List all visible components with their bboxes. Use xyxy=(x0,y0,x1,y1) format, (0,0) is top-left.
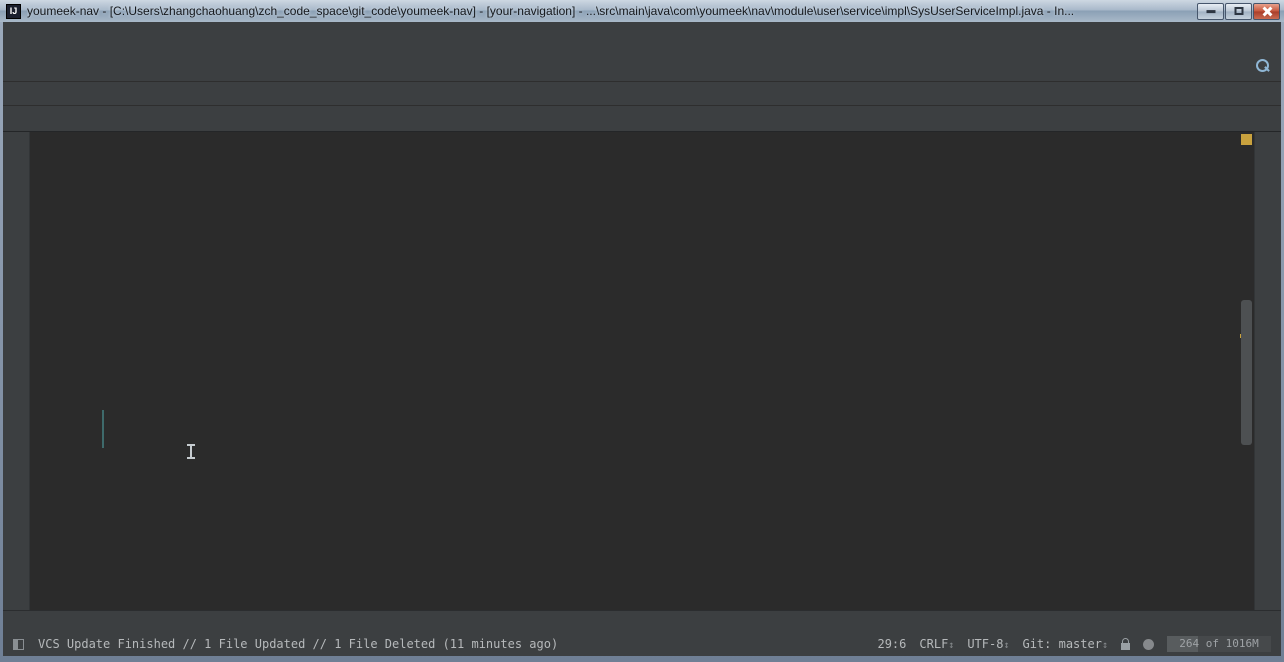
right-tool-window-stripe xyxy=(1254,132,1281,610)
inspections-hector-icon[interactable] xyxy=(1143,639,1154,650)
code-editor[interactable] xyxy=(30,132,1239,610)
main-area xyxy=(3,132,1281,610)
warnings-indicator-icon[interactable] xyxy=(1241,134,1252,145)
ide-window: IJ youmeek-nav - [C:\Users\zhangchaohuan… xyxy=(0,0,1284,662)
editor-tabs xyxy=(3,106,1281,132)
title-bar: IJ youmeek-nav - [C:\Users\zhangchaohuan… xyxy=(0,0,1284,22)
left-tool-window-stripe xyxy=(3,132,30,610)
tool-window-toggle-icon[interactable] xyxy=(13,639,24,650)
close-button[interactable] xyxy=(1253,3,1280,20)
fold-scope-line xyxy=(102,410,104,448)
line-ending-selector[interactable]: CRLF↕ xyxy=(919,637,954,651)
app-icon: IJ xyxy=(6,4,21,19)
caret-position[interactable]: 29:6 xyxy=(877,637,906,651)
status-bar: VCS Update Finished // 1 File Updated //… xyxy=(3,632,1281,656)
window-title: youmeek-nav - [C:\Users\zhangchaohuang\z… xyxy=(27,4,1187,18)
search-icon xyxy=(1252,56,1273,77)
encoding-selector[interactable]: UTF-8↕ xyxy=(967,637,1009,651)
navigation-breadcrumbs xyxy=(3,82,1281,106)
status-message: VCS Update Finished // 1 File Updated //… xyxy=(38,637,558,651)
window-controls xyxy=(1197,3,1280,20)
bottom-tool-window-stripe xyxy=(3,610,1281,632)
main-toolbar xyxy=(3,50,1281,82)
maximize-button[interactable] xyxy=(1225,3,1252,20)
vcs-branch-selector[interactable]: Git: master↕ xyxy=(1022,637,1108,651)
scrollbar-thumb[interactable] xyxy=(1241,300,1252,445)
ide-chrome: VCS Update Finished // 1 File Updated //… xyxy=(3,22,1281,656)
minimize-button[interactable] xyxy=(1197,3,1224,20)
lock-icon[interactable] xyxy=(1121,643,1130,650)
search-everywhere-button[interactable] xyxy=(1252,50,1273,82)
mouse-ibeam-cursor xyxy=(190,445,192,458)
memory-indicator[interactable]: 264 of 1016M xyxy=(1167,636,1271,652)
status-bar-widgets: 29:6 CRLF↕ UTF-8↕ Git: master↕ 264 of 10… xyxy=(877,636,1271,652)
editor-scrollbar-area xyxy=(1239,132,1254,610)
menu-bar xyxy=(3,22,1281,50)
